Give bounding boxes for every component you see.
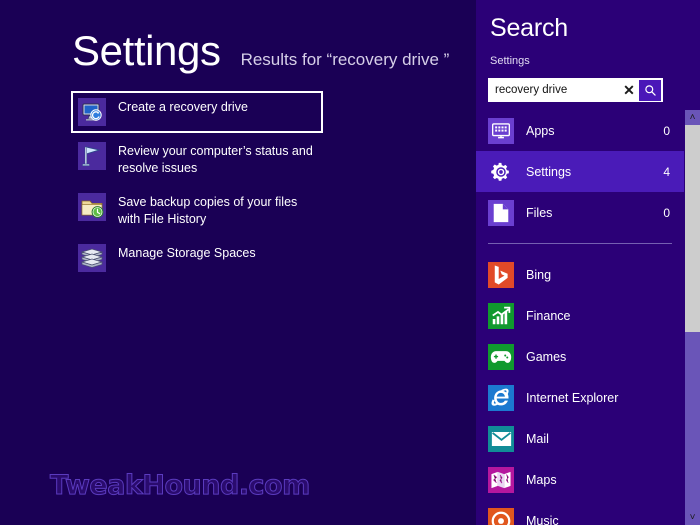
app-row-mail[interactable]: Mail	[476, 418, 684, 459]
search-scope-list: Apps 0 Settings 4 Files 0	[476, 110, 684, 233]
scope-row-settings[interactable]: Settings 4	[476, 151, 684, 192]
chevron-up-icon[interactable]: ˄	[685, 110, 700, 125]
maps-folded-map-icon	[488, 466, 514, 493]
action-center-flag-icon	[78, 142, 106, 170]
scope-label: Files	[526, 205, 553, 220]
internet-explorer-icon	[488, 384, 514, 411]
app-label: Bing	[526, 267, 552, 282]
windows8-search-screen: Settings Results for “recovery drive ” C…	[0, 0, 700, 525]
result-item-file-history[interactable]: Save backup copies of your files with Fi…	[72, 187, 322, 234]
file-history-folder-icon	[78, 192, 106, 221]
result-item-label: Save backup copies of your files with Fi…	[118, 194, 298, 226]
search-scope-label: Settings	[490, 55, 530, 67]
magnifier-glyph	[644, 84, 656, 96]
finance-chart-icon	[488, 302, 514, 329]
scope-label: Apps	[526, 123, 555, 138]
scrollbar-thumb[interactable]	[685, 125, 700, 332]
result-item-label: Review your computer’s status and resolv…	[118, 144, 313, 175]
tweakhound-watermark: TweakHound.com	[50, 470, 311, 502]
scope-count: 0	[663, 205, 670, 220]
results-header: Settings Results for “recovery drive ”	[72, 30, 449, 72]
app-row-internet-explorer[interactable]: Internet Explorer	[476, 377, 684, 418]
result-item-create-recovery-drive[interactable]: Create a recovery drive	[71, 91, 323, 133]
apps-monitor-icon	[488, 117, 514, 144]
search-charm-pane: Search Settings recovery drive ✕ Apps 0 …	[476, 0, 700, 525]
result-item-review-computer-status[interactable]: Review your computer’s status and resolv…	[72, 136, 322, 183]
search-icon[interactable]	[639, 79, 661, 101]
scope-count: 4	[663, 164, 670, 179]
app-row-finance[interactable]: Finance	[476, 295, 684, 336]
app-label: Games	[526, 349, 567, 364]
scope-label: Settings	[526, 164, 572, 179]
recovery-drive-icon	[78, 98, 106, 126]
scope-app-divider	[488, 243, 672, 244]
page-title: Settings	[72, 27, 221, 74]
app-label: Mail	[526, 431, 549, 446]
close-icon[interactable]: ✕	[619, 78, 639, 102]
games-controller-icon	[488, 343, 514, 370]
search-box[interactable]: recovery drive ✕	[488, 78, 663, 102]
app-row-bing[interactable]: Bing	[476, 254, 684, 295]
app-label: Internet Explorer	[526, 390, 619, 405]
result-item-manage-storage-spaces[interactable]: Manage Storage Spaces	[72, 238, 322, 278]
music-note-icon	[488, 507, 514, 525]
chevron-down-icon[interactable]: ˅	[685, 510, 700, 525]
scope-row-apps[interactable]: Apps 0	[476, 110, 684, 151]
app-row-maps[interactable]: Maps	[476, 459, 684, 500]
document-icon	[488, 199, 514, 226]
app-label: Finance	[526, 308, 571, 323]
search-charm-title: Search	[490, 14, 569, 42]
app-row-games[interactable]: Games	[476, 336, 684, 377]
scope-row-files[interactable]: Files 0	[476, 192, 684, 233]
bing-icon	[488, 261, 514, 288]
result-item-label: Manage Storage Spaces	[118, 245, 256, 260]
search-input[interactable]: recovery drive	[488, 84, 619, 96]
result-item-label: Create a recovery drive	[118, 100, 248, 114]
app-label: Maps	[526, 472, 557, 487]
settings-results-list: Create a recovery drive Review your comp…	[71, 91, 323, 282]
results-subtitle: Results for “recovery drive ”	[240, 50, 450, 69]
storage-spaces-disks-icon	[78, 243, 106, 272]
scope-count: 0	[663, 123, 670, 138]
search-app-list: Bing Finance Games Internet Explorer Mai…	[476, 254, 684, 525]
settings-results-pane: Settings Results for “recovery drive ” C…	[0, 0, 476, 525]
app-label: Music	[526, 513, 559, 525]
app-row-music[interactable]: Music	[476, 500, 684, 525]
gear-icon	[488, 159, 514, 185]
mail-envelope-icon	[488, 425, 514, 452]
charm-scrollbar[interactable]: ˄ ˅	[685, 110, 700, 525]
